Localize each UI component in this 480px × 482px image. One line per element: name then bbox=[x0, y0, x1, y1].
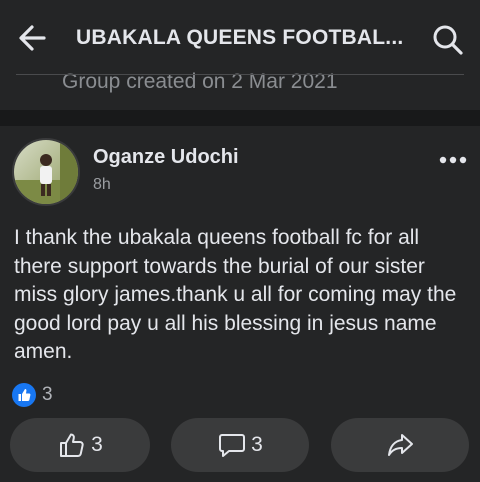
post-card: Oganze Udochi 8h I thank the ubakala que… bbox=[0, 126, 480, 482]
post-author[interactable]: Oganze Udochi bbox=[93, 146, 239, 169]
comment-icon bbox=[219, 434, 246, 457]
avatar[interactable] bbox=[12, 138, 80, 206]
back-button[interactable] bbox=[14, 18, 54, 58]
like-reaction-icon bbox=[12, 383, 36, 407]
section-separator bbox=[0, 110, 480, 126]
app-header: UBAKALA QUEENS FOOTBAL... bbox=[0, 0, 480, 76]
post-text: I thank the ubakala queens football fc f… bbox=[14, 226, 457, 363]
thumbs-up-icon bbox=[60, 433, 84, 457]
more-icon bbox=[439, 156, 467, 164]
search-icon bbox=[433, 25, 463, 55]
like-button[interactable]: 3 bbox=[10, 418, 150, 472]
avatar-photo bbox=[14, 140, 78, 204]
group-title: UBAKALA QUEENS FOOTBAL... bbox=[76, 26, 404, 49]
arrow-left-icon bbox=[19, 25, 46, 51]
share-icon bbox=[388, 434, 413, 456]
post-time[interactable]: 8h bbox=[93, 176, 111, 194]
header-divider bbox=[16, 74, 464, 75]
comment-count: 3 bbox=[251, 433, 263, 456]
reactions-summary[interactable]: 3 bbox=[12, 382, 53, 408]
like-count: 3 bbox=[91, 433, 103, 456]
share-button[interactable] bbox=[331, 418, 469, 472]
reaction-count: 3 bbox=[42, 384, 53, 405]
more-options-button[interactable] bbox=[436, 150, 470, 170]
comment-button[interactable]: 3 bbox=[171, 418, 309, 472]
search-button[interactable] bbox=[430, 22, 466, 58]
